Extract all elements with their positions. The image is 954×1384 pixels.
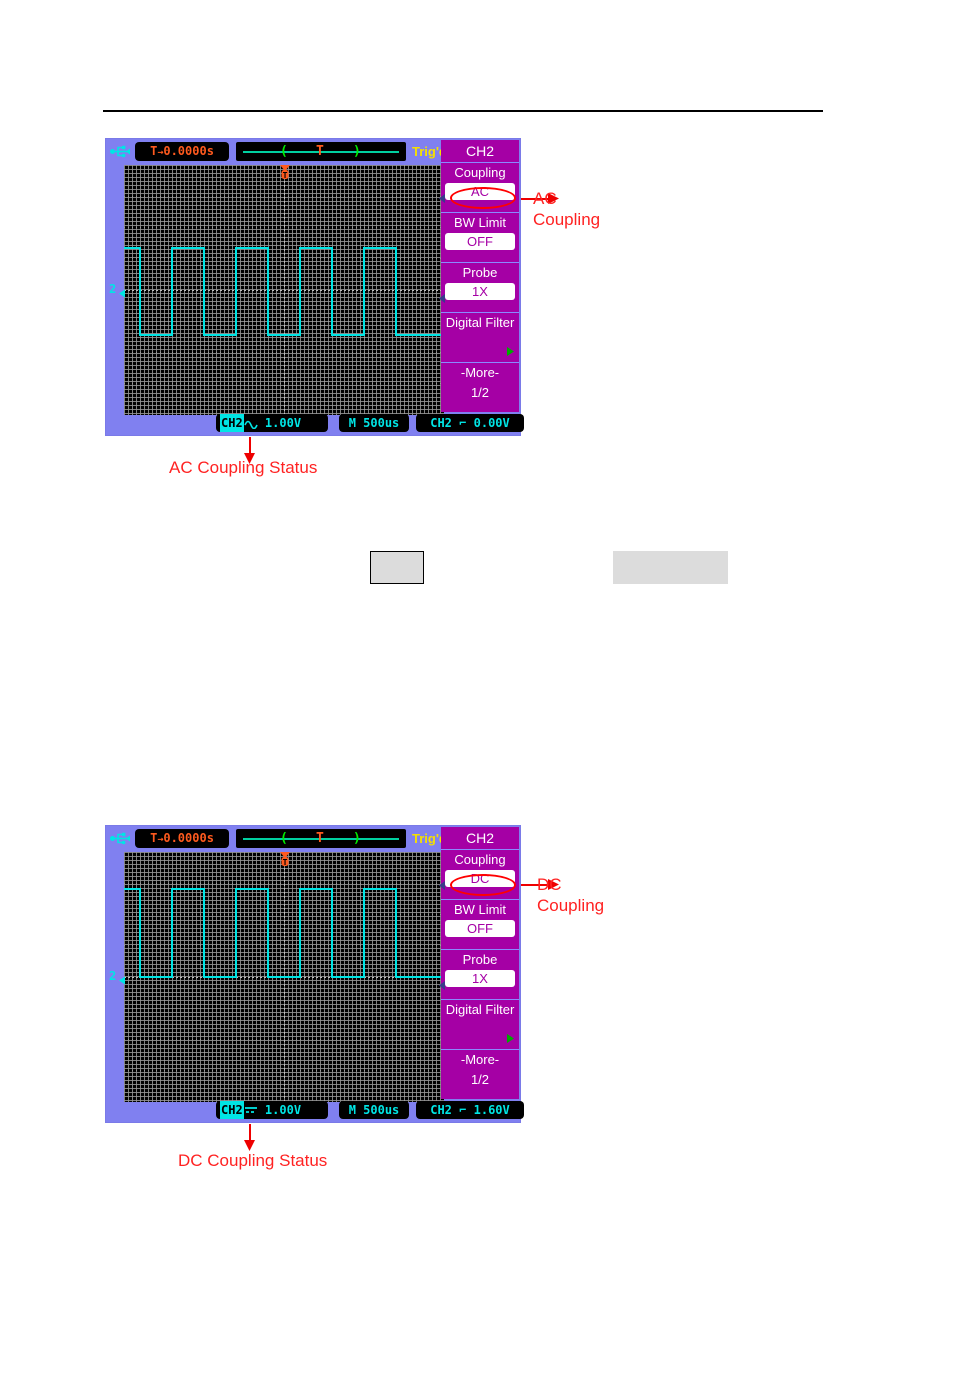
- menu-item-bw-limit[interactable]: BW Limit OFF: [441, 212, 519, 262]
- scope-status-bar-ac: CH2 1.00V M 500us CH2 ⌐ 0.00V: [124, 414, 524, 432]
- usb-icon: [110, 144, 132, 159]
- status-trigger-readout: CH2 ⌐ 0.00V: [416, 414, 524, 432]
- status-trigger-readout: CH2 ⌐ 1.60V: [416, 1101, 524, 1119]
- menu-item-digital-filter-label: Digital Filter: [445, 1002, 515, 1017]
- menu-item-probe-label: Probe: [462, 952, 498, 967]
- memory-right-bracket: ): [353, 831, 361, 846]
- waveform-grid-ac: T: [124, 165, 444, 415]
- header-rule: [103, 110, 823, 112]
- menu-item-coupling-value: AC: [445, 183, 515, 200]
- waveform-trace-dc: [124, 888, 444, 978]
- menu-item-bw-limit-label: BW Limit: [454, 902, 506, 917]
- ch2-menu-ac: CH2 Coupling AC BW Limit OFF Probe 1X Di…: [439, 139, 519, 435]
- menu-item-probe[interactable]: Probe 1X: [439, 262, 519, 312]
- status-trigger-level: 0.00V: [473, 416, 510, 430]
- menu-item-digital-filter[interactable]: Digital Filter: [441, 999, 519, 1049]
- submenu-arrow-icon: [507, 343, 514, 356]
- menu-item-coupling-value: DC: [445, 870, 515, 887]
- menu-left-arrow-icon: [439, 190, 445, 203]
- status-trigger-source: CH2: [430, 1103, 452, 1117]
- menu-item-more-label: -More-: [460, 1052, 500, 1067]
- memory-depth-bar: ( ) T: [236, 829, 406, 848]
- rising-edge-icon: ⌐: [459, 1103, 467, 1117]
- menu-left-arrow-icon: [439, 977, 445, 990]
- menu-item-coupling-label: Coupling: [454, 852, 506, 867]
- trigger-position-value: 0.0000s: [163, 144, 214, 158]
- memory-left-bracket: (: [280, 831, 288, 846]
- ac-coupling-status-annotation: AC Coupling Status: [169, 458, 318, 477]
- memory-trigger-marker: T: [316, 831, 324, 846]
- status-volts-per-div: 1.00V: [264, 1103, 302, 1117]
- channel-ground-arrow-left: [119, 972, 127, 985]
- menu-item-probe-value: 1X: [445, 283, 515, 300]
- ac-coupling-side-annotation: AC Coupling: [533, 189, 601, 229]
- menu-item-more-page: 1/2: [470, 1072, 490, 1087]
- ac-coupling-icon: [243, 416, 258, 430]
- status-channel-tag: CH2: [220, 414, 244, 432]
- memory-trigger-marker: T: [316, 144, 324, 159]
- status-channel-tag: CH2: [220, 1101, 244, 1119]
- menu-item-bw-limit[interactable]: BW Limit OFF: [441, 899, 519, 949]
- dc-coupling-icon: [244, 1103, 258, 1115]
- rising-edge-icon: ⌐: [459, 416, 467, 430]
- menu-item-more[interactable]: -More- 1/2: [441, 362, 519, 412]
- status-trigger-level: 1.60V: [473, 1103, 510, 1117]
- menu-item-probe[interactable]: Probe 1X: [439, 949, 519, 999]
- wide-image-placeholder: [613, 551, 728, 584]
- waveform-grid-dc: T: [124, 852, 444, 1102]
- usb-icon: [110, 831, 132, 846]
- menu-item-coupling[interactable]: Coupling AC: [439, 162, 519, 212]
- channel-ground-arrow-left: [119, 285, 127, 298]
- status-timebase: M 500us: [339, 1101, 409, 1119]
- menu-item-bw-limit-label: BW Limit: [454, 215, 506, 230]
- waveform-trace-ac: [124, 247, 444, 336]
- dc-coupling-side-annotation: DC Coupling: [537, 875, 605, 915]
- menu-item-probe-value: 1X: [445, 970, 515, 987]
- memory-left-bracket: (: [280, 144, 288, 159]
- status-timebase: M 500us: [339, 414, 409, 432]
- menu-item-probe-label: Probe: [462, 265, 498, 280]
- menu-item-bw-limit-value: OFF: [445, 233, 515, 250]
- menu-item-coupling[interactable]: Coupling DC: [439, 849, 519, 899]
- menu-left-arrow-icon: [439, 877, 445, 890]
- menu-item-digital-filter[interactable]: Digital Filter: [441, 312, 519, 362]
- menu-item-bw-limit-value: OFF: [445, 920, 515, 937]
- scope-status-bar-dc: CH2 1.00V M 500us CH2 ⌐ 1.60V: [124, 1101, 524, 1119]
- status-channel-readout: CH2 1.00V: [216, 414, 328, 432]
- menu-left-arrow-icon: [439, 290, 445, 303]
- oscilloscope-screenshot-dc: T→0.0000s ( ) T Trig'd T 2 CH2 Coupling …: [105, 825, 524, 1123]
- menu-item-more-label: -More-: [460, 365, 500, 380]
- trigger-position-value: 0.0000s: [163, 831, 214, 845]
- submenu-arrow-icon: [507, 1030, 514, 1043]
- menu-item-coupling-label: Coupling: [454, 165, 506, 180]
- trigger-position-readout: T→0.0000s: [135, 829, 229, 848]
- small-image-placeholder: [370, 551, 424, 584]
- menu-item-more-page: 1/2: [470, 385, 490, 400]
- menu-item-digital-filter-label: Digital Filter: [445, 315, 515, 330]
- trigger-position-readout: T→0.0000s: [135, 142, 229, 161]
- memory-right-bracket: ): [353, 144, 361, 159]
- status-trigger-source: CH2: [430, 416, 452, 430]
- ch2-menu-dc: CH2 Coupling DC BW Limit OFF Probe 1X Di…: [439, 826, 519, 1122]
- status-volts-per-div: 1.00V: [264, 416, 302, 430]
- menu-title: CH2: [441, 827, 519, 849]
- menu-title: CH2: [441, 140, 519, 162]
- memory-depth-bar: ( ) T: [236, 142, 406, 161]
- oscilloscope-screenshot-ac: T→0.0000s ( ) T Trig'd T 2 CH2 Coupling …: [105, 138, 524, 436]
- status-channel-readout: CH2 1.00V: [216, 1101, 328, 1119]
- menu-item-more[interactable]: -More- 1/2: [441, 1049, 519, 1099]
- dc-coupling-status-annotation: DC Coupling Status: [178, 1151, 328, 1170]
